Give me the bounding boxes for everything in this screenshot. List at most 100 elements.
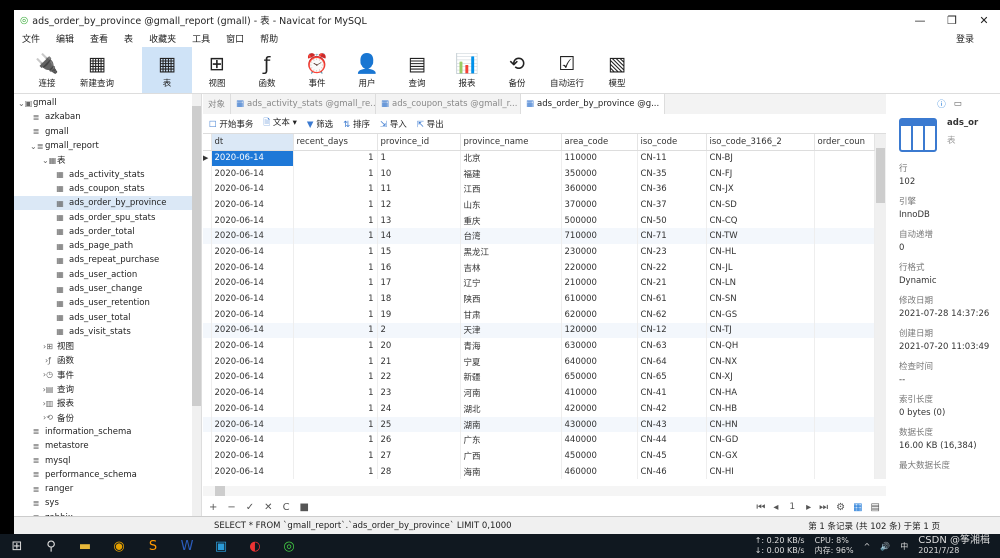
cell-iso_code_3166_2[interactable]: CN-HB [706,401,815,417]
tree-item[interactable]: ≣ ranger [14,482,201,496]
cell-province_id[interactable]: 14 [377,228,461,245]
start-button[interactable]: ⊞ [0,539,34,554]
begin-transaction-button[interactable]: ☐ 开始事务 [209,118,253,130]
cell-iso_code_3166_2[interactable]: CN-TW [706,228,815,245]
cell-iso_code[interactable]: CN-50 [637,212,707,229]
toolbar-button-11[interactable]: ☑ 自动运行 [542,47,592,93]
cell-area_code[interactable]: 500000 [561,212,638,229]
last-page-button[interactable]: ⏭ [819,502,828,513]
cell-province_name[interactable]: 江西 [460,181,562,198]
cell-province_name[interactable]: 吉林 [460,259,562,276]
cell-iso_code[interactable]: CN-41 [637,385,707,401]
menu-item[interactable]: 文件 [22,32,40,45]
cell-province_name[interactable]: 河南 [460,385,562,401]
cell-dt[interactable]: 2020-06-14 [211,228,294,245]
cell-order_coun[interactable] [814,259,875,276]
tree-item[interactable]: ▦ ads_user_action [14,268,201,282]
cell-area_code[interactable]: 410000 [561,385,638,401]
grid-horizontal-scrollbar[interactable] [203,486,886,496]
cell-recent_days[interactable]: 1 [293,197,378,213]
tab-1[interactable]: ▦ ads_activity_stats @gmall_re... [231,94,377,114]
cell-province_name[interactable]: 湖北 [460,401,562,417]
toolbar-button-9[interactable]: 📊 报表 [442,47,492,93]
cell-order_coun[interactable] [814,181,875,198]
cell-province_id[interactable]: 24 [377,401,461,417]
cell-iso_code_3166_2[interactable]: CN-XJ [706,369,815,386]
tray-chevron-icon[interactable]: ^ [864,542,871,551]
cell-order_coun[interactable] [814,306,875,323]
cell-recent_days[interactable]: 1 [293,353,378,370]
cell-province_id[interactable]: 23 [377,385,461,401]
tree-item[interactable]: ▦ ads_user_total [14,310,201,324]
cell-province_name[interactable]: 宁夏 [460,353,562,370]
cell-dt[interactable]: 2020-06-14 [211,291,294,307]
info-icon[interactable]: ⓘ [937,98,946,110]
file-explorer-icon[interactable]: ▬ [68,539,102,554]
cell-area_code[interactable]: 440000 [561,432,638,449]
table-row[interactable]: 2020-06-14 1 23 河南 410000 CN-41 CN-HA [203,385,875,401]
tree-item[interactable]: ⌄▣ gmall [14,96,201,110]
cell-province_id[interactable]: 2 [377,322,461,339]
cell-province_id[interactable]: 12 [377,197,461,213]
cell-iso_code_3166_2[interactable]: CN-GS [706,306,815,323]
cell-iso_code[interactable]: CN-64 [637,353,707,370]
tree-item[interactable]: ▦ ads_repeat_purchase [14,253,201,267]
cell-recent_days[interactable]: 1 [293,401,378,417]
cell-iso_code[interactable]: CN-65 [637,369,707,386]
cell-province_name[interactable]: 福建 [460,165,562,182]
cell-iso_code[interactable]: CN-43 [637,416,707,433]
cell-area_code[interactable]: 420000 [561,401,638,417]
cell-province_id[interactable]: 17 [377,275,461,292]
minimize-button[interactable]: — [904,14,936,27]
tree-item[interactable]: ▦ ads_order_spu_stats [14,210,201,224]
cell-iso_code_3166_2[interactable]: CN-NX [706,353,815,370]
table-row[interactable]: 2020-06-14 1 21 宁夏 640000 CN-64 CN-NX [203,353,875,370]
cell-province_id[interactable]: 11 [377,181,461,198]
cell-order_coun[interactable] [814,275,875,292]
cell-recent_days[interactable]: 1 [293,212,378,229]
cell-dt[interactable]: 2020-06-14 [211,338,294,354]
column-header-iso_code[interactable]: iso_code [637,134,707,151]
cell-iso_code_3166_2[interactable]: CN-GD [706,432,815,449]
cell-province_name[interactable]: 台湾 [460,228,562,245]
cell-province_name[interactable]: 广东 [460,432,562,449]
cell-province_id[interactable]: 27 [377,448,461,464]
tree-item[interactable]: ≣ gmall [14,125,201,139]
export-button[interactable]: ⇱ 导出 [417,118,444,130]
cell-order_coun[interactable] [814,212,875,229]
stop-button[interactable]: ■ [300,502,309,513]
cell-dt[interactable]: 2020-06-14 [211,463,294,479]
word-icon[interactable]: W [170,539,204,554]
ime-indicator[interactable]: 中 [900,541,908,552]
browser-icon[interactable]: ◐ [238,539,272,554]
cell-iso_code_3166_2[interactable]: CN-LN [706,275,815,292]
cell-recent_days[interactable]: 1 [293,338,378,354]
cell-province_id[interactable]: 21 [377,353,461,370]
cell-dt[interactable]: 2020-06-14 [211,181,294,198]
tree-item[interactable]: ≣ mysql [14,453,201,467]
cell-order_coun[interactable] [814,244,875,260]
tree-item[interactable]: ▦ ads_user_change [14,282,201,296]
toolbar-button-4[interactable]: ⊞ 视图 [192,47,242,93]
cell-recent_days[interactable]: 1 [293,150,378,166]
toolbar-button-7[interactable]: 👤 用户 [342,47,392,93]
tree-item[interactable]: ≣ metastore [14,439,201,453]
cell-iso_code[interactable]: CN-45 [637,448,707,464]
tree-item[interactable]: ▦ ads_page_path [14,239,201,253]
cell-iso_code[interactable]: CN-44 [637,432,707,449]
toolbar-button-5[interactable]: ƒ 函数 [242,47,292,93]
cell-iso_code_3166_2[interactable]: CN-GX [706,448,815,464]
cell-iso_code_3166_2[interactable]: CN-HA [706,385,815,401]
tab-3[interactable]: ▦ ads_order_by_province @g... [521,94,666,114]
table-row[interactable]: 2020-06-14 1 15 黑龙江 230000 CN-23 CN-HL [203,244,875,260]
cell-dt[interactable]: 2020-06-14 [211,306,294,323]
cell-recent_days[interactable]: 1 [293,181,378,198]
cell-dt[interactable]: 2020-06-14 [211,401,294,417]
sublime-icon[interactable]: S [136,539,170,554]
table-row[interactable]: 2020-06-14 1 14 台湾 710000 CN-71 CN-TW [203,228,875,245]
tree-item[interactable]: ≣ performance_schema [14,468,201,482]
cell-recent_days[interactable]: 1 [293,291,378,307]
tab-2[interactable]: ▦ ads_coupon_stats @gmall_r... [376,94,522,114]
cell-iso_code[interactable]: CN-21 [637,275,707,292]
cell-recent_days[interactable]: 1 [293,275,378,292]
